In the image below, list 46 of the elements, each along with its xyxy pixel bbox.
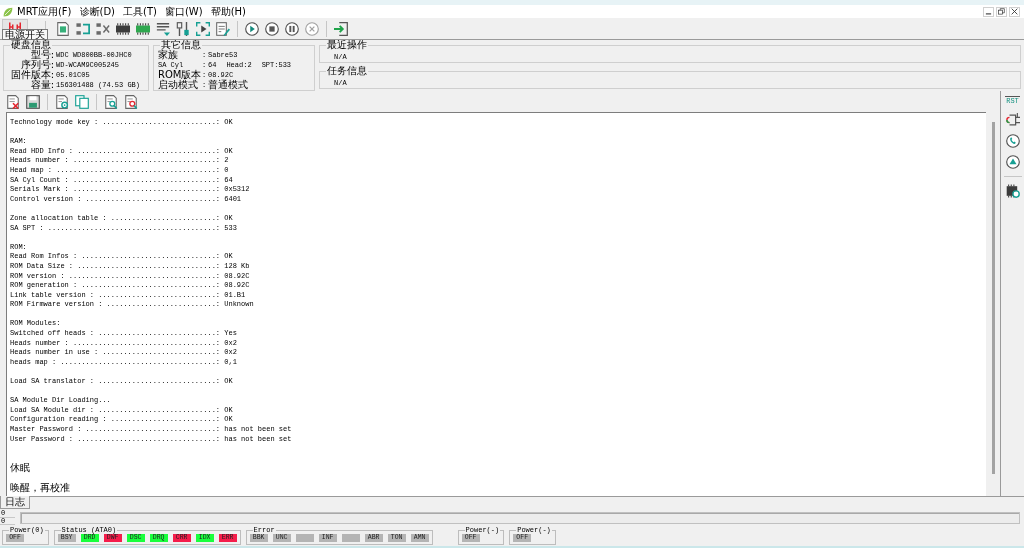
field-label: ROM版本 — [158, 70, 202, 80]
panel-title: 任务信息 — [326, 66, 368, 76]
menu-item[interactable]: 诊断(D) — [75, 5, 120, 18]
menu-item[interactable]: MRT应用(F) — [13, 5, 76, 18]
log-line: 唤醒，再校准 — [10, 482, 70, 493]
chip-icon[interactable] — [116, 21, 130, 36]
save-icon[interactable] — [26, 94, 40, 109]
document-search-icon[interactable] — [124, 94, 138, 109]
field-label: 固件版本: — [10, 70, 54, 80]
log-line: 休眠 — [10, 463, 30, 474]
phone-icon[interactable] — [1005, 134, 1020, 148]
transfer-icon[interactable] — [96, 21, 110, 36]
menu-item[interactable]: 帮助(H) — [206, 5, 250, 18]
field-label: 型号: — [30, 50, 54, 60]
scrollbar-thumb[interactable] — [991, 122, 995, 474]
transfer-icon[interactable] — [76, 21, 90, 36]
panel-title: 其它信息 — [161, 40, 202, 50]
chip-icon[interactable] — [136, 21, 150, 36]
chip-icon[interactable] — [1005, 184, 1020, 198]
stop-icon[interactable] — [265, 21, 279, 36]
tools-icon[interactable] — [176, 21, 190, 36]
play-icon[interactable] — [245, 21, 259, 36]
document-search-icon[interactable] — [104, 94, 118, 109]
field-label: 启动模式 — [158, 80, 198, 90]
document-settings-icon[interactable] — [55, 94, 69, 109]
field-label: 序列号: — [20, 60, 54, 70]
panel-title: 硬盘信息 — [10, 40, 52, 50]
field-label: 家族 — [158, 50, 178, 60]
field-label: 容量: — [30, 80, 54, 90]
screen-icon[interactable] — [196, 21, 210, 36]
copy-icon[interactable] — [75, 94, 89, 109]
pause-icon[interactable] — [285, 21, 299, 36]
exit-icon[interactable] — [334, 21, 348, 36]
cancel-icon[interactable] — [305, 21, 319, 36]
document-icon[interactable] — [56, 21, 70, 36]
tooltip: 电源开关 — [2, 29, 48, 40]
panel-title: 最近操作 — [326, 40, 368, 50]
connector-icon[interactable] — [1005, 113, 1020, 127]
menu-item[interactable]: 工具(T) — [119, 5, 161, 18]
list-icon[interactable] — [156, 21, 170, 36]
up-icon[interactable] — [1005, 155, 1020, 169]
field-value: 普通模式 — [208, 80, 248, 90]
menu-item[interactable]: 窗口(W) — [160, 5, 207, 18]
tab[interactable]: 日志 — [0, 496, 30, 509]
edit-icon[interactable] — [216, 21, 230, 36]
delete-document-icon[interactable] — [6, 94, 20, 109]
